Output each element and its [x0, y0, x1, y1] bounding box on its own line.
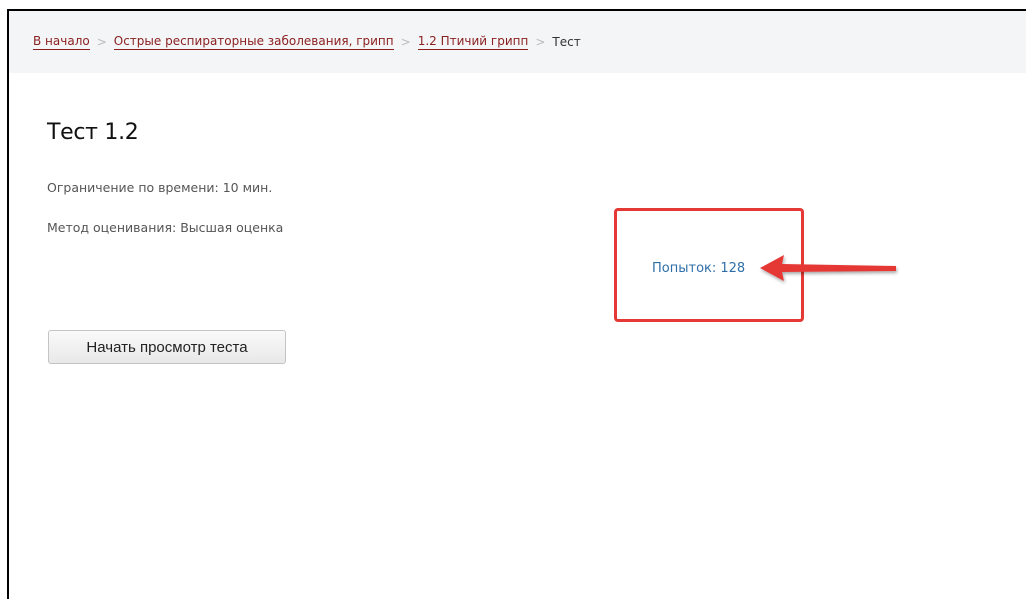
breadcrumb-course-link[interactable]: Острые респираторные заболевания, грипп — [113, 34, 394, 50]
page-title: Тест 1.2 — [47, 120, 139, 145]
breadcrumb: В начало > Острые респираторные заболева… — [9, 11, 1026, 73]
annotation-arrow-icon — [760, 255, 896, 281]
start-preview-button[interactable]: Начать просмотр теста — [48, 330, 286, 364]
breadcrumb-current: Тест — [552, 35, 581, 49]
page-frame: В начало > Острые респираторные заболева… — [7, 9, 1026, 599]
breadcrumb-home-link[interactable]: В начало — [33, 34, 90, 50]
time-limit-text: Ограничение по времени: 10 мин. — [47, 180, 273, 195]
breadcrumb-section-link[interactable]: 1.2 Птичий грипп — [417, 34, 529, 50]
grading-method-text: Метод оценивания: Высшая оценка — [47, 220, 284, 235]
attempts-link[interactable]: Попыток: 128 — [652, 261, 745, 276]
breadcrumb-separator: > — [400, 35, 411, 49]
breadcrumb-separator: > — [535, 35, 546, 49]
breadcrumb-separator: > — [96, 35, 107, 49]
